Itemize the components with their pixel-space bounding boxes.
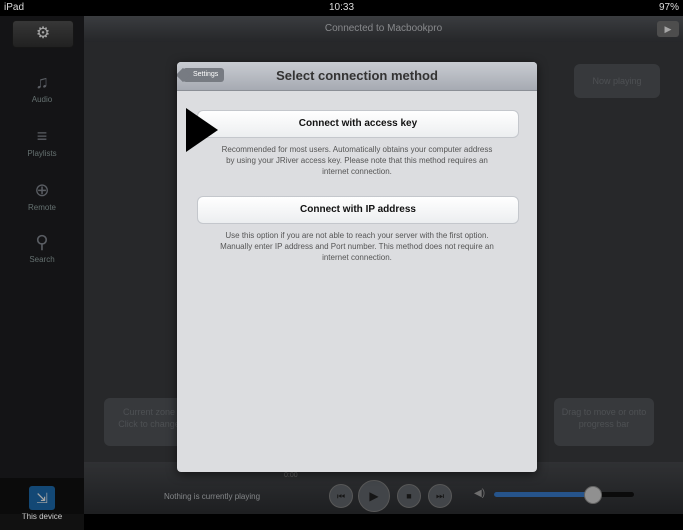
dialog-header: Settings Select connection method — [177, 62, 537, 91]
clock: 10:33 — [328, 2, 355, 13]
access-key-description: Recommended for most users. Automaticall… — [221, 145, 493, 176]
battery-level: 97% — [658, 2, 679, 13]
status-bar: iPad 10:33 97% — [0, 0, 683, 16]
connection-dialog: Settings Select connection method Connec… — [177, 62, 537, 472]
access-key-button[interactable]: Connect with access key — [197, 110, 519, 138]
ip-address-button[interactable]: Connect with IP address — [197, 196, 519, 224]
ip-address-description: Use this option if you are not able to r… — [220, 231, 494, 262]
pointer-arrow-icon — [186, 108, 218, 152]
dialog-title: Select connection method — [276, 68, 438, 83]
